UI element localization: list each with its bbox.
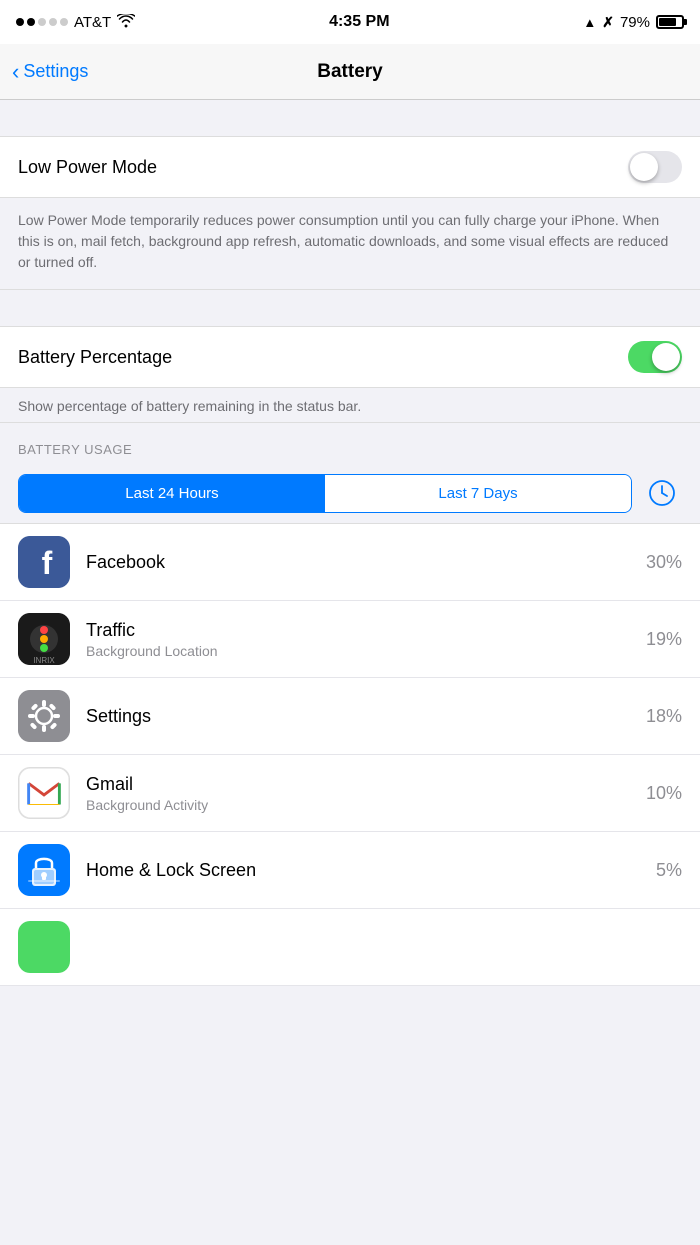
signal-dots xyxy=(16,18,68,26)
page-title: Battery xyxy=(317,61,382,83)
battery-percentage-row: Battery Percentage xyxy=(0,327,700,388)
traffic-icon: INRIX xyxy=(18,613,70,665)
traffic-name: Traffic xyxy=(86,620,646,641)
nav-bar: ‹ Settings Battery xyxy=(0,44,700,100)
traffic-percentage: 19% xyxy=(646,629,682,650)
traffic-info: Traffic Background Location xyxy=(86,620,646,659)
status-bar: AT&T 4:35 PM ▲ ✗ 79% xyxy=(0,0,700,44)
signal-dot-5 xyxy=(60,18,68,26)
battery-percentage-description: Show percentage of battery remaining in … xyxy=(18,398,682,414)
chevron-left-icon: ‹ xyxy=(12,61,19,83)
status-right: ▲ ✗ 79% xyxy=(583,14,684,31)
signal-dot-2 xyxy=(27,18,35,26)
signal-dot-1 xyxy=(16,18,24,26)
app-row-facebook[interactable]: f Facebook 30% xyxy=(0,524,700,601)
section-gap-1 xyxy=(0,290,700,326)
low-power-description: Low Power Mode temporarily reduces power… xyxy=(18,210,682,273)
gmail-percentage: 10% xyxy=(646,783,682,804)
gmail-name: Gmail xyxy=(86,774,646,795)
homelock-icon xyxy=(18,844,70,896)
battery-usage-header-section: BATTERY USAGE xyxy=(0,423,700,467)
status-time: 4:35 PM xyxy=(329,13,389,31)
clock-button[interactable] xyxy=(642,473,682,513)
back-button[interactable]: ‹ Settings xyxy=(12,61,88,83)
low-power-mode-label: Low Power Mode xyxy=(18,157,157,178)
wifi-icon xyxy=(117,14,135,31)
homelock-info: Home & Lock Screen xyxy=(86,860,656,881)
app-row-homelock[interactable]: Home & Lock Screen 5% xyxy=(0,832,700,909)
partial-app-icon xyxy=(18,921,70,973)
battery-percentage-group: Battery Percentage xyxy=(0,326,700,388)
app-row-gmail[interactable]: Gmail Background Activity 10% xyxy=(0,755,700,832)
facebook-percentage: 30% xyxy=(646,552,682,573)
app-row-settings[interactable]: Settings 18% xyxy=(0,678,700,755)
low-power-mode-row: Low Power Mode xyxy=(0,137,700,197)
battery-usage-header: BATTERY USAGE xyxy=(18,442,132,457)
homelock-name: Home & Lock Screen xyxy=(86,860,656,881)
toggle-knob-2 xyxy=(652,343,680,371)
toggle-knob xyxy=(630,153,658,181)
bluetooth-icon: ✗ xyxy=(602,14,614,31)
gmail-icon xyxy=(18,767,70,819)
status-left: AT&T xyxy=(16,14,135,31)
facebook-info: Facebook xyxy=(86,552,646,573)
battery-icon xyxy=(656,15,684,29)
battery-percentage-toggle[interactable] xyxy=(628,341,682,373)
battery-percent-label: 79% xyxy=(620,14,650,31)
facebook-name: Facebook xyxy=(86,552,646,573)
homelock-percentage: 5% xyxy=(656,860,682,881)
app-row-traffic[interactable]: INRIX Traffic Background Location 19% xyxy=(0,601,700,678)
tab-24h-button[interactable]: Last 24 Hours xyxy=(19,475,325,512)
low-power-mode-group: Low Power Mode xyxy=(0,136,700,198)
top-spacer xyxy=(0,100,700,136)
app-row-partial[interactable] xyxy=(0,909,700,986)
traffic-subtitle: Background Location xyxy=(86,643,646,659)
signal-dot-3 xyxy=(38,18,46,26)
gmail-info: Gmail Background Activity xyxy=(86,774,646,813)
tab-7d-button[interactable]: Last 7 Days xyxy=(325,475,631,512)
low-power-description-section: Low Power Mode temporarily reduces power… xyxy=(0,198,700,290)
tab-section: Last 24 Hours Last 7 Days xyxy=(0,467,700,523)
tab-switcher: Last 24 Hours Last 7 Days xyxy=(18,474,632,513)
battery-percentage-label: Battery Percentage xyxy=(18,347,172,368)
location-icon: ▲ xyxy=(583,15,596,30)
gmail-subtitle: Background Activity xyxy=(86,797,646,813)
battery-fill xyxy=(659,18,676,26)
signal-dot-4 xyxy=(49,18,57,26)
settings-percentage: 18% xyxy=(646,706,682,727)
settings-app-icon xyxy=(18,690,70,742)
settings-app-info: Settings xyxy=(86,706,646,727)
back-label: Settings xyxy=(23,61,88,82)
svg-text:f: f xyxy=(42,545,53,581)
facebook-icon: f xyxy=(18,536,70,588)
settings-app-name: Settings xyxy=(86,706,646,727)
low-power-mode-toggle[interactable] xyxy=(628,151,682,183)
carrier-label: AT&T xyxy=(74,14,111,31)
battery-percentage-description-section: Show percentage of battery remaining in … xyxy=(0,388,700,423)
svg-text:INRIX: INRIX xyxy=(33,656,55,665)
app-list: f Facebook 30% INRIX Traffic Background … xyxy=(0,523,700,986)
